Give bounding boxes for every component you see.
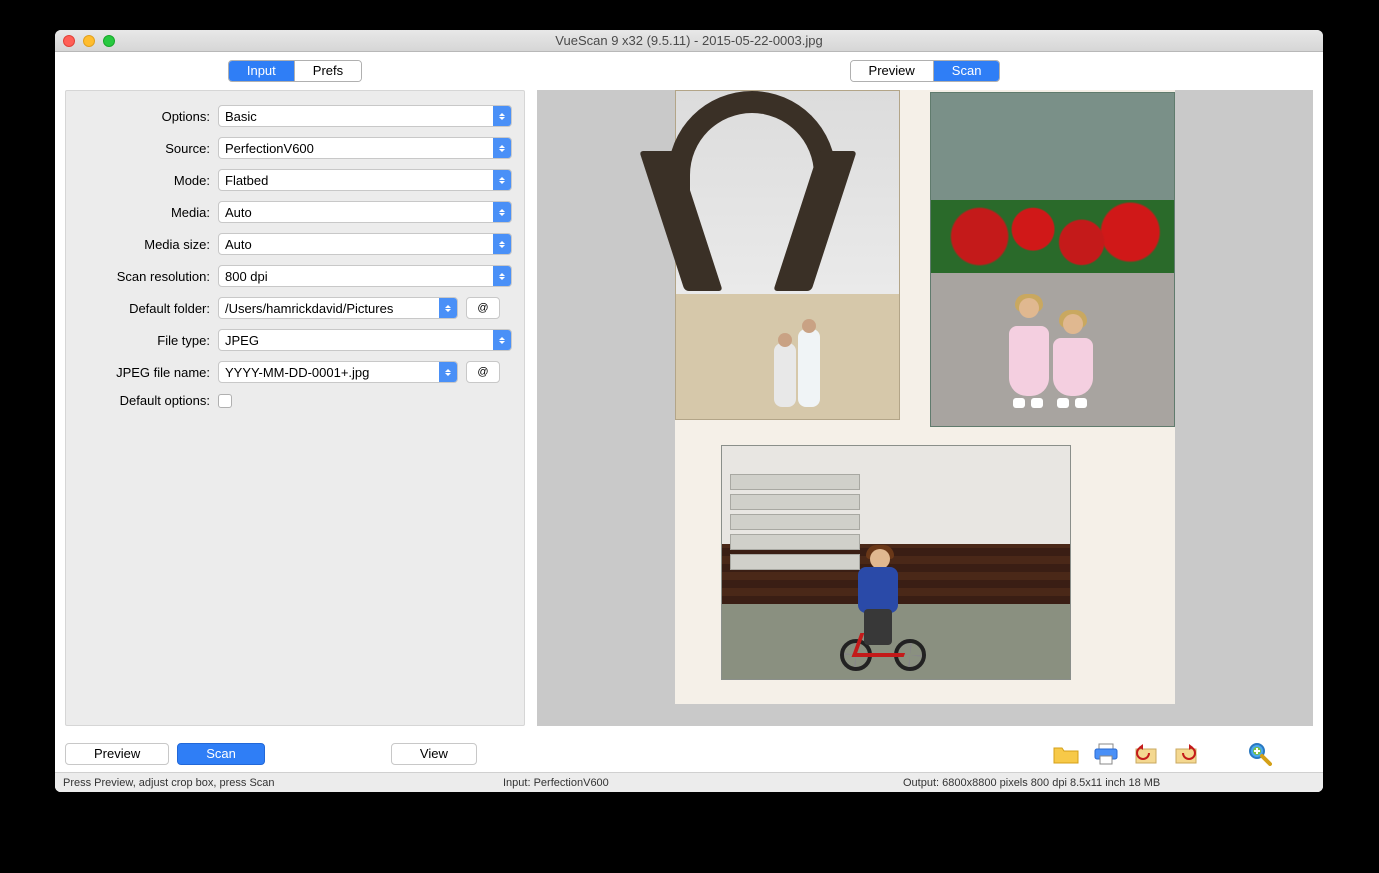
label-file-type: File type:	[78, 333, 210, 348]
view-button[interactable]: View	[391, 743, 477, 765]
rotate-right-icon[interactable]	[1173, 743, 1199, 765]
at-icon: @	[477, 366, 488, 378]
scanned-photo-3	[721, 445, 1071, 680]
label-options: Options:	[78, 109, 210, 124]
row-default-options: Default options:	[78, 393, 512, 408]
select-scan-resolution-value: 800 dpi	[225, 269, 268, 284]
label-default-options: Default options:	[78, 393, 210, 408]
row-mode: Mode: Flatbed	[78, 169, 512, 191]
app-window: VueScan 9 x32 (9.5.11) - 2015-05-22-0003…	[55, 30, 1323, 792]
row-jpeg-name: JPEG file name: YYYY-MM-DD-0001+.jpg @	[78, 361, 512, 383]
right-tabs: Preview Scan	[850, 60, 1001, 82]
right-column: Preview Scan	[537, 60, 1313, 726]
label-scan-resolution: Scan resolution:	[78, 269, 210, 284]
select-media-size-value: Auto	[225, 237, 252, 252]
status-bar: Press Preview, adjust crop box, press Sc…	[55, 772, 1323, 792]
select-jpeg-name[interactable]: YYYY-MM-DD-0001+.jpg	[218, 361, 458, 383]
select-media-size[interactable]: Auto	[218, 233, 512, 255]
chevron-updown-icon	[493, 106, 511, 126]
select-file-type[interactable]: JPEG	[218, 329, 512, 351]
select-source[interactable]: PerfectionV600	[218, 137, 512, 159]
traffic-lights	[55, 35, 115, 47]
label-media: Media:	[78, 205, 210, 220]
checkbox-default-options[interactable]	[218, 394, 232, 408]
at-button-jpeg[interactable]: @	[466, 361, 500, 383]
maximize-icon[interactable]	[103, 35, 115, 47]
tab-scan[interactable]: Scan	[933, 61, 1000, 81]
preview-button[interactable]: Preview	[65, 743, 169, 765]
chevron-updown-icon	[493, 330, 511, 350]
select-scan-resolution[interactable]: 800 dpi	[218, 265, 512, 287]
left-column: Input Prefs Options: Basic Source:	[65, 60, 525, 726]
close-icon[interactable]	[63, 35, 75, 47]
row-scan-resolution: Scan resolution: 800 dpi	[78, 265, 512, 287]
label-default-folder: Default folder:	[78, 301, 210, 316]
zoom-in-icon[interactable]	[1247, 743, 1273, 765]
scan-bed	[675, 90, 1175, 704]
preview-area[interactable]	[537, 90, 1313, 726]
printer-icon[interactable]	[1093, 743, 1119, 765]
tab-input[interactable]: Input	[229, 61, 294, 81]
chevron-updown-icon	[493, 138, 511, 158]
rotate-left-icon[interactable]	[1133, 743, 1159, 765]
select-jpeg-name-value: YYYY-MM-DD-0001+.jpg	[225, 365, 369, 380]
select-default-folder-value: /Users/hamrickdavid/Pictures	[225, 301, 393, 316]
label-jpeg-name: JPEG file name:	[78, 365, 210, 380]
content: Input Prefs Options: Basic Source:	[55, 52, 1323, 792]
label-mode: Mode:	[78, 173, 210, 188]
label-media-size: Media size:	[78, 237, 210, 252]
tool-icons	[1053, 743, 1313, 765]
status-output: Output: 6800x8800 pixels 800 dpi 8.5x11 …	[903, 777, 1315, 789]
select-source-value: PerfectionV600	[225, 141, 314, 156]
tab-prefs[interactable]: Prefs	[294, 61, 361, 81]
row-file-type: File type: JPEG	[78, 329, 512, 351]
window-title: VueScan 9 x32 (9.5.11) - 2015-05-22-0003…	[55, 33, 1323, 48]
row-media: Media: Auto	[78, 201, 512, 223]
chevron-updown-icon	[493, 234, 511, 254]
left-tabs: Input Prefs	[228, 60, 362, 82]
select-options[interactable]: Basic	[218, 105, 512, 127]
select-file-type-value: JPEG	[225, 333, 259, 348]
select-mode[interactable]: Flatbed	[218, 169, 512, 191]
chevron-updown-icon	[493, 170, 511, 190]
chevron-updown-icon	[493, 266, 511, 286]
select-media-value: Auto	[225, 205, 252, 220]
select-mode-value: Flatbed	[225, 173, 268, 188]
row-media-size: Media size: Auto	[78, 233, 512, 255]
row-source: Source: PerfectionV600	[78, 137, 512, 159]
status-hint: Press Preview, adjust crop box, press Sc…	[63, 777, 503, 789]
settings-panel: Options: Basic Source: PerfectionV600	[65, 90, 525, 726]
chevron-updown-icon	[493, 202, 511, 222]
row-default-folder: Default folder: /Users/hamrickdavid/Pict…	[78, 297, 512, 319]
scanned-photo-2	[930, 92, 1175, 427]
chevron-updown-icon	[439, 298, 457, 318]
select-options-value: Basic	[225, 109, 257, 124]
label-source: Source:	[78, 141, 210, 156]
main-panels: Input Prefs Options: Basic Source:	[55, 52, 1323, 736]
tab-preview[interactable]: Preview	[851, 61, 933, 81]
bottom-toolbar: Preview Scan View	[55, 736, 1323, 772]
status-input: Input: PerfectionV600	[503, 777, 903, 789]
at-icon: @	[477, 302, 488, 314]
select-default-folder[interactable]: /Users/hamrickdavid/Pictures	[218, 297, 458, 319]
at-button-folder[interactable]: @	[466, 297, 500, 319]
scanned-photo-1	[675, 90, 900, 420]
scan-button[interactable]: Scan	[177, 743, 265, 765]
minimize-icon[interactable]	[83, 35, 95, 47]
titlebar: VueScan 9 x32 (9.5.11) - 2015-05-22-0003…	[55, 30, 1323, 52]
chevron-updown-icon	[439, 362, 457, 382]
row-options: Options: Basic	[78, 105, 512, 127]
select-media[interactable]: Auto	[218, 201, 512, 223]
folder-icon[interactable]	[1053, 743, 1079, 765]
